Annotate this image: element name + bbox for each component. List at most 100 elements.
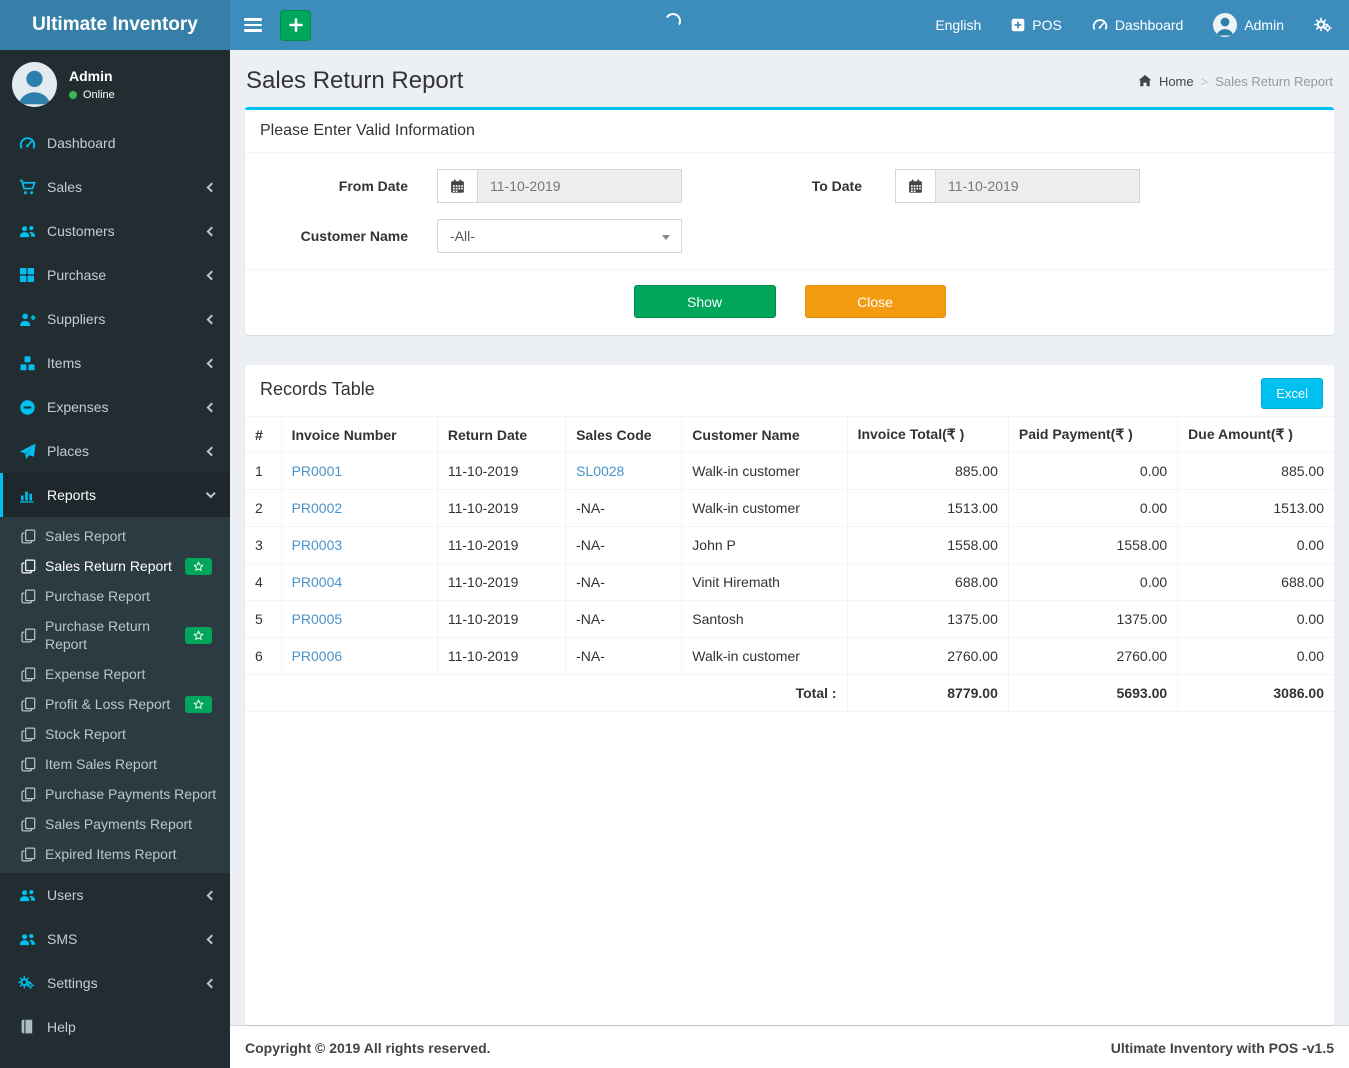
sidebar-item-purchase-return-report[interactable]: Purchase Return Report [0, 611, 230, 659]
col-due-amount: Due Amount(₹ ) [1177, 416, 1334, 453]
sidebar-item-settings[interactable]: Settings [0, 961, 230, 1005]
navbar-content: English POS Dashboard Admin [230, 0, 1349, 50]
nav-dashboard-link[interactable]: Dashboard [1077, 0, 1199, 50]
copy-icon [21, 589, 36, 604]
user-plus-icon [18, 311, 36, 328]
chevron-left-icon [206, 270, 217, 280]
user-avatar [12, 62, 57, 107]
customer-select[interactable]: -All- [437, 219, 682, 253]
sidebar-item-users[interactable]: Users [0, 873, 230, 917]
sidebar-item-expenses[interactable]: Expenses [0, 385, 230, 429]
sidebar-item-purchase[interactable]: Purchase [0, 253, 230, 297]
sidebar-item-sales-payments-report[interactable]: Sales Payments Report [0, 809, 230, 839]
sales-code-link[interactable]: SL0028 [576, 463, 624, 479]
nav-user-menu[interactable]: Admin [1198, 0, 1299, 50]
navbar-menu: English POS Dashboard Admin [920, 0, 1349, 50]
sidebar-item-stock-report[interactable]: Stock Report [0, 719, 230, 749]
quick-add-button[interactable] [280, 9, 311, 41]
cogs-icon [18, 975, 36, 991]
sidebar-item-reports[interactable]: Reports Sales Report Sales Return Report… [0, 473, 230, 873]
favorite-badge[interactable] [185, 626, 212, 644]
tachometer-icon [18, 135, 36, 152]
breadcrumb: Home > Sales Return Report [1138, 74, 1333, 89]
breadcrumb-home-link[interactable]: Home [1159, 74, 1194, 89]
copy-icon [21, 697, 36, 712]
sidebar-item-sales-report[interactable]: Sales Report [0, 521, 230, 551]
sidebar-item-places[interactable]: Places [0, 429, 230, 473]
home-icon [1138, 74, 1152, 87]
to-date-input[interactable] [935, 169, 1140, 203]
online-status-dot [69, 91, 77, 99]
bar-chart-icon [18, 487, 36, 503]
invoice-link[interactable]: PR0003 [292, 537, 343, 553]
close-button[interactable]: Close [804, 285, 946, 318]
app-logo[interactable]: Ultimate Inventory [0, 0, 230, 50]
calendar-icon[interactable] [437, 169, 477, 203]
sidebar-user-status[interactable]: Online [69, 89, 115, 101]
excel-export-button[interactable]: Excel [1261, 378, 1323, 409]
nav-settings-button[interactable] [1299, 0, 1349, 50]
show-button[interactable]: Show [633, 285, 776, 318]
chevron-left-icon [206, 314, 217, 324]
col-return-date: Return Date [436, 416, 567, 453]
sidebar-user-name: Admin [69, 68, 113, 84]
table-total-row: Total : 8779.00 5693.00 3086.00 [245, 674, 1334, 712]
total-paid: 5693.00 [1007, 674, 1179, 712]
sidebar-item-profit-loss-report[interactable]: Profit & Loss Report [0, 689, 230, 719]
tachometer-icon [1092, 19, 1107, 30]
minus-circle-icon [18, 399, 36, 416]
table-row: 6 PR0006 11-10-2019 -NA- Walk-in custome… [245, 637, 1334, 675]
from-date-input[interactable] [477, 169, 682, 203]
calendar-icon[interactable] [895, 169, 935, 203]
reports-submenu: Sales Report Sales Return Report Purchas… [0, 517, 230, 873]
cogs-icon [1314, 17, 1332, 32]
sidebar-item-sales-return-report[interactable]: Sales Return Report [0, 551, 230, 581]
invoice-link[interactable]: PR0001 [292, 463, 343, 479]
sidebar-item-customers[interactable]: Customers [0, 209, 230, 253]
sidebar-item-item-sales-report[interactable]: Item Sales Report [0, 749, 230, 779]
invoice-link[interactable]: PR0004 [292, 574, 343, 590]
content-header: Sales Return Report Home > Sales Return … [230, 50, 1349, 107]
grid-icon [18, 267, 36, 283]
loading-spinner-icon [663, 11, 683, 31]
filter-form: From Date To Date Customer Name [245, 153, 1334, 253]
sidebar-item-sms[interactable]: SMS [0, 917, 230, 961]
plus-icon [288, 18, 303, 32]
favorite-badge[interactable] [185, 557, 212, 575]
caret-down-icon [662, 235, 670, 240]
sidebar-item-expense-report[interactable]: Expense Report [0, 659, 230, 689]
invoice-link[interactable]: PR0005 [292, 611, 343, 627]
to-date-label: To Date [811, 178, 862, 194]
invoice-link[interactable]: PR0006 [292, 648, 343, 664]
plus-square-icon [1011, 18, 1025, 32]
table-row: 2 PR0002 11-10-2019 -NA- Walk-in custome… [245, 489, 1334, 527]
sidebar-item-help[interactable]: Help [0, 1005, 230, 1049]
customer-name-label: Customer Name [300, 228, 408, 244]
invoice-link[interactable]: PR0002 [292, 500, 343, 516]
sidebar: Admin Online Dashboard Sales Customers P… [0, 50, 230, 1068]
sidebar-toggle-button[interactable] [230, 0, 276, 50]
col-customer-name: Customer Name [681, 416, 848, 453]
breadcrumb-separator: > [1200, 73, 1209, 89]
chevron-left-icon [206, 402, 217, 412]
star-icon [193, 629, 204, 640]
favorite-badge[interactable] [185, 695, 212, 713]
sidebar-item-purchase-payments-report[interactable]: Purchase Payments Report [0, 779, 230, 809]
sidebar-item-dashboard[interactable]: Dashboard [0, 121, 230, 165]
col-number: # [245, 416, 282, 453]
sidebar-item-purchase-report[interactable]: Purchase Report [0, 581, 230, 611]
nav-pos-link[interactable]: POS [996, 0, 1077, 50]
nav-language-link[interactable]: English [920, 0, 996, 50]
records-panel: Records Table Excel # Invoice Number Ret… [245, 365, 1334, 1025]
cubes-icon [18, 355, 36, 372]
total-label: Total : [245, 674, 848, 712]
total-invoice: 8779.00 [846, 674, 1009, 712]
version-text: Ultimate Inventory with POS -v1.5 [1110, 1040, 1334, 1056]
filter-actions: Show Close [245, 269, 1334, 335]
chevron-left-icon [206, 358, 217, 368]
sidebar-item-items[interactable]: Items [0, 341, 230, 385]
sidebar-item-sales[interactable]: Sales [0, 165, 230, 209]
cart-icon [18, 179, 36, 196]
sidebar-item-expired-items-report[interactable]: Expired Items Report [0, 839, 230, 869]
sidebar-item-suppliers[interactable]: Suppliers [0, 297, 230, 341]
